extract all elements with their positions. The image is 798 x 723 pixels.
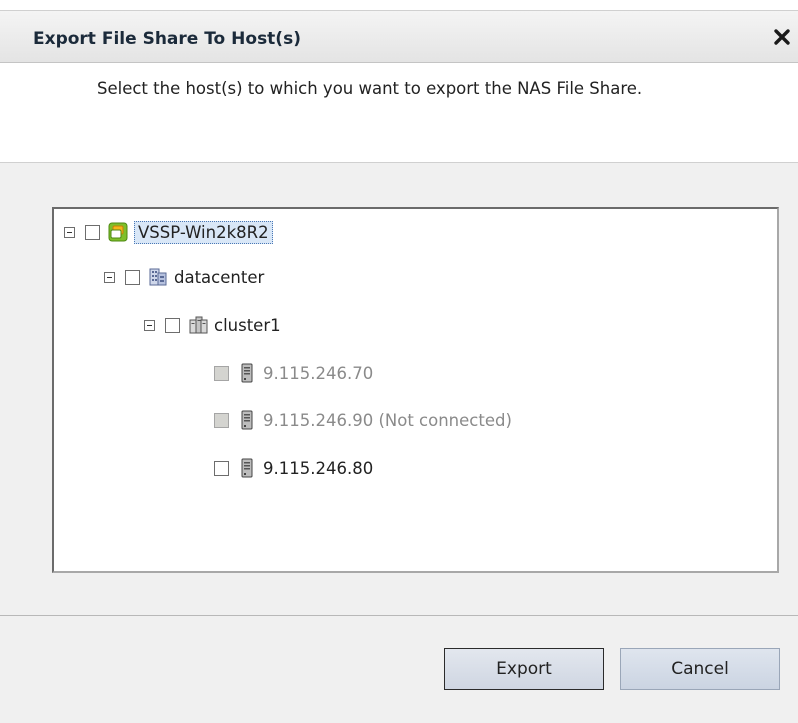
checkbox-host[interactable] bbox=[214, 460, 229, 476]
instructions-text: Select the host(s) to which you want to … bbox=[97, 79, 643, 98]
tree-label-host: 9.115.246.70 bbox=[263, 363, 374, 383]
tree-node-datacenter[interactable]: datacenter bbox=[104, 264, 264, 290]
cluster-icon bbox=[188, 315, 208, 335]
server-icon bbox=[237, 458, 257, 478]
checkbox-host-disabled bbox=[214, 412, 229, 428]
export-button[interactable]: Export bbox=[444, 648, 604, 690]
tree-label-cluster[interactable]: cluster1 bbox=[214, 316, 281, 335]
checkbox-root[interactable] bbox=[85, 224, 100, 240]
tree-node-host: 9.115.246.90 (Not connected) bbox=[214, 407, 512, 433]
tree-node-root[interactable]: VSSP-Win2k8R2 bbox=[64, 219, 273, 245]
dialog-title: Export File Share To Host(s) bbox=[33, 29, 301, 49]
instructions-panel: Select the host(s) to which you want to … bbox=[0, 63, 798, 163]
checkbox-host-disabled bbox=[214, 365, 229, 381]
tree-node-host: 9.115.246.70 bbox=[214, 360, 373, 386]
host-tree[interactable]: VSSP-Win2k8R2 datacenter cluster1 9.115.… bbox=[52, 207, 779, 573]
close-icon[interactable] bbox=[773, 28, 791, 46]
collapse-toggle-datacenter[interactable] bbox=[104, 271, 115, 283]
tree-node-cluster[interactable]: cluster1 bbox=[144, 312, 281, 338]
close-button[interactable] bbox=[770, 25, 794, 49]
server-icon bbox=[237, 363, 257, 383]
checkbox-cluster[interactable] bbox=[165, 317, 180, 333]
window-top-strip bbox=[0, 0, 798, 10]
server-icon bbox=[237, 410, 257, 430]
tree-label-host[interactable]: 9.115.246.80 bbox=[263, 459, 373, 478]
tree-node-host[interactable]: 9.115.246.80 bbox=[214, 455, 373, 481]
tree-label-host: 9.115.246.90 (Not connected) bbox=[263, 410, 512, 430]
tree-label-root[interactable]: VSSP-Win2k8R2 bbox=[134, 220, 273, 244]
cancel-button[interactable]: Cancel bbox=[620, 648, 780, 690]
dialog-titlebar: Export File Share To Host(s) bbox=[0, 10, 798, 63]
datacenter-icon bbox=[148, 267, 168, 287]
checkbox-datacenter[interactable] bbox=[125, 269, 140, 285]
vcenter-icon bbox=[108, 222, 128, 242]
tree-label-datacenter[interactable]: datacenter bbox=[174, 268, 264, 287]
collapse-toggle-cluster[interactable] bbox=[144, 319, 155, 331]
collapse-toggle-root[interactable] bbox=[64, 226, 75, 238]
